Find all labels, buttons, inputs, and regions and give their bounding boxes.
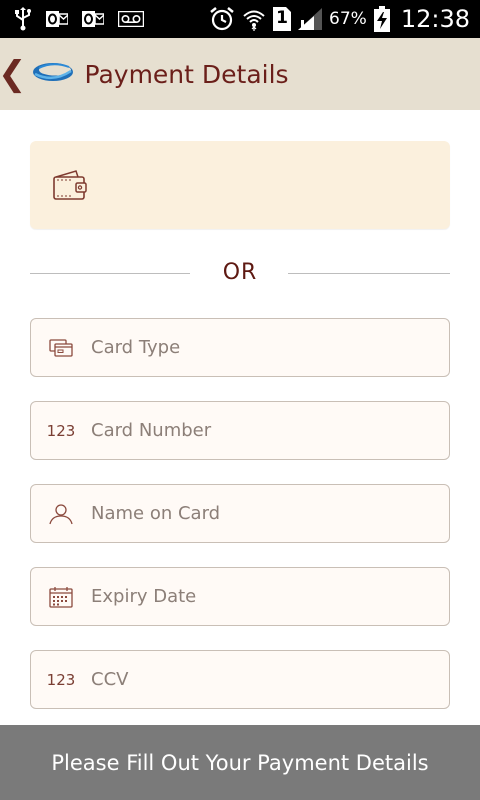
battery-percent: 67%: [329, 9, 367, 29]
status-bar: 1 67% 12:38: [0, 0, 480, 38]
app-logo: [31, 59, 75, 89]
expiry-date-field[interactable]: [30, 567, 450, 626]
wallet-icon: [52, 169, 88, 205]
ccv-input[interactable]: [91, 669, 449, 690]
battery-charging-icon: [373, 6, 390, 32]
sim-label: 1: [276, 8, 288, 28]
voicemail-icon: [118, 11, 144, 27]
card-number-field[interactable]: 123: [30, 401, 450, 460]
expiry-date-input[interactable]: [91, 586, 449, 607]
outlook-icon: [82, 10, 104, 28]
number-icon: 123: [31, 422, 91, 440]
number-icon-text: 123: [46, 670, 76, 689]
app-header: ❮ Payment Details: [0, 38, 480, 110]
number-icon: 123: [31, 671, 91, 689]
clock-time: 12:38: [400, 5, 470, 33]
ccv-field[interactable]: 123: [30, 650, 450, 709]
signal-icon: [298, 8, 323, 30]
wallet-option[interactable]: [30, 141, 450, 229]
submit-button-label: Please Fill Out Your Payment Details: [51, 750, 429, 775]
status-bar-left: [14, 0, 144, 38]
divider-line-right: [288, 273, 450, 274]
sim-icon: 1: [273, 7, 292, 31]
wifi-icon: [242, 7, 266, 31]
outlook-icon: [46, 10, 68, 28]
calendar-icon: [31, 586, 91, 608]
back-button[interactable]: ❮: [0, 38, 75, 110]
name-on-card-field[interactable]: [30, 484, 450, 543]
alarm-icon: [209, 6, 235, 32]
status-bar-right: 1 67% 12:38: [209, 0, 470, 38]
usb-icon: [14, 7, 32, 31]
number-icon-text: 123: [46, 421, 76, 440]
name-on-card-input[interactable]: [91, 503, 449, 524]
submit-button[interactable]: Please Fill Out Your Payment Details: [0, 725, 480, 800]
user-icon: [31, 503, 91, 525]
page-title: Payment Details: [84, 59, 289, 89]
card-icon: [31, 338, 91, 357]
card-type-input[interactable]: [91, 337, 449, 358]
back-chevron-icon: ❮: [0, 54, 27, 94]
or-divider: OR: [30, 256, 450, 292]
card-type-field[interactable]: [30, 318, 450, 377]
card-number-input[interactable]: [91, 420, 449, 441]
